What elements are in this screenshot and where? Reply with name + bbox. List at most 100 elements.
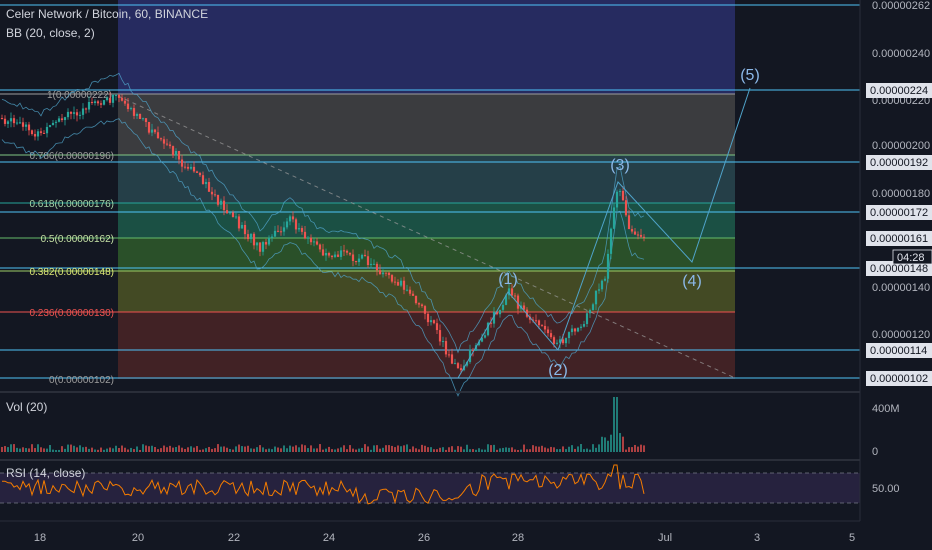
- candle-body: [600, 280, 604, 290]
- candle-body: [510, 288, 514, 296]
- candle-body: [87, 102, 91, 110]
- volume-bar: [421, 444, 423, 452]
- volume-bar: [70, 444, 72, 452]
- price-marker-192: 0.00000192: [870, 157, 928, 169]
- indicator-bb-label[interactable]: BB (20, close, 2): [6, 26, 95, 40]
- time-tick: 20: [132, 532, 144, 544]
- candle-body: [75, 112, 79, 116]
- volume-bar: [493, 444, 495, 452]
- volume-bar: [22, 447, 24, 452]
- volume-bar: [94, 449, 96, 452]
- candle-body: [570, 328, 574, 333]
- candle-body: [567, 332, 571, 339]
- candle-body: [594, 290, 598, 305]
- volume-bar: [544, 447, 546, 452]
- volume-bar: [238, 444, 240, 452]
- candle-body: [612, 207, 616, 229]
- volume-bar: [487, 444, 489, 452]
- volume-bar: [220, 446, 222, 452]
- candle-body: [435, 323, 439, 331]
- volume-bar: [133, 449, 135, 452]
- volume-bar: [7, 447, 9, 452]
- candle-body: [150, 129, 154, 133]
- candle-body: [390, 275, 394, 282]
- volume-bar: [241, 446, 243, 452]
- volume-bar: [553, 447, 555, 452]
- candle-body: [234, 216, 238, 218]
- candle-body: [369, 263, 373, 266]
- time-tick: 26: [418, 532, 430, 544]
- volume-bar: [466, 444, 468, 452]
- candle-body: [48, 125, 52, 127]
- price-tick: 0.00000140: [872, 282, 930, 294]
- time-tick: 24: [323, 532, 335, 544]
- candle-body: [318, 244, 322, 250]
- candle-body: [162, 139, 166, 144]
- time-tick: 3: [754, 532, 760, 544]
- volume-bar: [58, 449, 60, 452]
- volume-bar: [244, 446, 246, 452]
- candle-body: [249, 233, 253, 240]
- candle-body: [93, 101, 97, 104]
- volume-bar: [580, 444, 582, 452]
- price-tick: 0.00000262: [872, 0, 930, 12]
- volume-bar: [229, 448, 231, 452]
- volume-bar: [112, 448, 114, 452]
- volume-bar: [19, 448, 21, 452]
- candle-body: [357, 258, 361, 263]
- candle-body: [159, 138, 163, 140]
- candle-body: [405, 289, 409, 291]
- volume-bar: [565, 449, 567, 452]
- candle-body: [216, 194, 220, 205]
- volume-bar: [613, 397, 615, 452]
- candle-body: [312, 241, 316, 243]
- volume-bar: [640, 444, 642, 452]
- volume-bar: [400, 446, 402, 452]
- candle-body: [147, 122, 151, 133]
- candle-body: [450, 354, 454, 364]
- candle-body: [198, 172, 202, 176]
- volume-bar: [358, 448, 360, 452]
- volume-bar: [505, 447, 507, 452]
- fib-retracement[interactable]: [118, 0, 735, 379]
- symbol-title[interactable]: Celer Network / Bitcoin, 60, BINANCE: [6, 7, 208, 21]
- candle-body: [345, 250, 349, 253]
- candle-body: [273, 230, 277, 237]
- candle-body: [615, 191, 619, 208]
- candle-body: [588, 310, 592, 314]
- volume-bar: [280, 448, 282, 452]
- wave-label-4: (4): [682, 273, 702, 290]
- volume-bar: [232, 449, 234, 452]
- candle-body: [393, 281, 397, 283]
- volume-bar: [529, 449, 531, 452]
- candle-body: [384, 272, 388, 274]
- volume-bar: [184, 448, 186, 452]
- volume-bar: [73, 445, 75, 452]
- tradingview-chart[interactable]: 1(0.00000222) 0.786(0.00000196) 0.618(0.…: [0, 0, 932, 550]
- candle-body: [375, 263, 379, 271]
- candle-body: [333, 254, 337, 258]
- candle-body: [339, 250, 343, 257]
- volume-bar: [475, 449, 477, 452]
- volume-bar: [205, 448, 207, 452]
- volume-bar: [295, 445, 297, 452]
- candle-body: [120, 97, 124, 101]
- price-tick: 0.00000200: [872, 140, 930, 152]
- volume-bar: [499, 448, 501, 452]
- volume-bar: [541, 445, 543, 452]
- volume-bar: [556, 449, 558, 452]
- volume-bar: [91, 447, 93, 452]
- candle-body: [336, 254, 340, 257]
- volume-bar: [535, 446, 537, 452]
- rsi-label[interactable]: RSI (14, close): [6, 466, 85, 480]
- candle-body: [348, 252, 352, 255]
- volume-bar: [451, 446, 453, 452]
- fib-zone-extension: [118, 0, 735, 94]
- candle-body: [219, 200, 223, 205]
- candle-body: [228, 212, 232, 214]
- volume-label[interactable]: Vol (20): [6, 400, 47, 414]
- volume-bar: [274, 446, 276, 452]
- candle-body: [630, 229, 634, 232]
- volume-bar: [637, 446, 639, 452]
- volume-bar: [127, 449, 129, 452]
